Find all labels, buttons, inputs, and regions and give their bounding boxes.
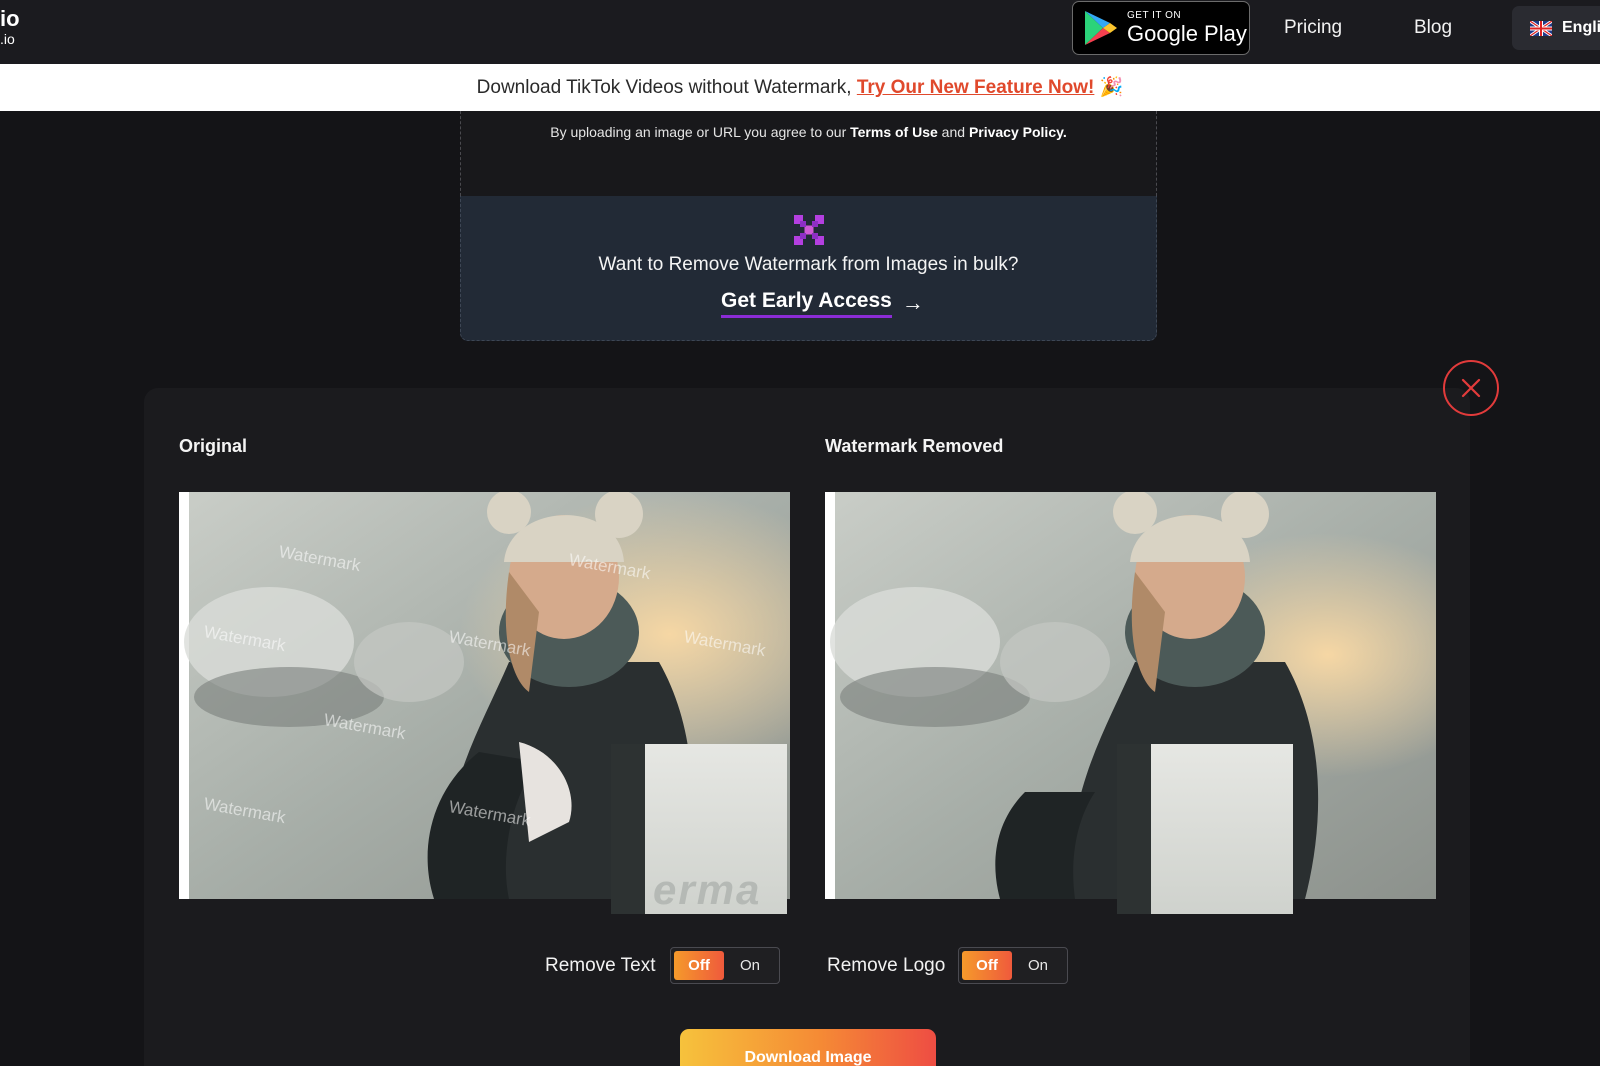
logo-text-line1: io bbox=[0, 6, 20, 31]
uk-flag-icon bbox=[1530, 20, 1552, 36]
bulk-grid-icon bbox=[794, 215, 824, 245]
terms-prefix: By uploading an image or URL you agree t… bbox=[550, 124, 851, 140]
remove-text-toggle[interactable]: Off On bbox=[670, 947, 780, 984]
announcement-feature-link[interactable]: Try Our New Feature Now! bbox=[857, 77, 1095, 98]
terms-notice: By uploading an image or URL you agree t… bbox=[461, 124, 1156, 140]
get-early-access-link[interactable]: Get Early Access → bbox=[721, 288, 924, 318]
language-selector[interactable]: English bbox=[1512, 6, 1600, 50]
original-image: Watermark Watermark Watermark Watermark … bbox=[179, 492, 790, 914]
remove-text-on-option[interactable]: On bbox=[724, 951, 776, 980]
close-result-button[interactable] bbox=[1443, 360, 1499, 416]
announcement-bar: Download TikTok Videos without Watermark… bbox=[0, 64, 1600, 111]
google-play-icon bbox=[1085, 11, 1117, 45]
announcement-text: Download TikTok Videos without Watermark… bbox=[476, 77, 857, 98]
close-icon bbox=[1461, 378, 1481, 398]
privacy-policy-link[interactable]: Privacy Policy. bbox=[969, 124, 1067, 140]
remove-text-label: Remove Text bbox=[545, 955, 656, 976]
logo-sticker-overlay bbox=[1117, 744, 1293, 914]
get-early-access-label: Get Early Access bbox=[721, 289, 892, 318]
bulk-promo-card: Want to Remove Watermark from Images in … bbox=[460, 196, 1157, 341]
bulk-question: Want to Remove Watermark from Images in … bbox=[598, 254, 1019, 275]
download-image-button[interactable]: Download Image bbox=[680, 1029, 936, 1066]
watermark-removed-image bbox=[825, 492, 1436, 914]
logo-sticker-overlay: erma bbox=[611, 744, 787, 914]
upload-card: By uploading an image or URL you agree t… bbox=[460, 111, 1157, 196]
nav-pricing-link[interactable]: Pricing bbox=[1284, 17, 1342, 39]
party-popper-icon: 🎉 bbox=[1099, 77, 1124, 98]
language-label: English bbox=[1562, 19, 1600, 36]
remove-logo-label: Remove Logo bbox=[827, 955, 946, 976]
google-play-big-text: Google Play bbox=[1127, 21, 1247, 46]
watermark-removed-heading: Watermark Removed bbox=[825, 436, 1004, 456]
remove-logo-off-option[interactable]: Off bbox=[962, 951, 1012, 980]
google-play-button[interactable]: GET IT ON Google Play bbox=[1072, 1, 1250, 55]
site-logo[interactable]: io .io bbox=[0, 6, 20, 47]
top-nav: io .io GET IT ON Google Play Pricing Blo… bbox=[0, 0, 1600, 64]
terms-of-use-link[interactable]: Terms of Use bbox=[850, 124, 938, 140]
nav-blog-link[interactable]: Blog bbox=[1414, 17, 1452, 39]
remove-logo-on-option[interactable]: On bbox=[1012, 951, 1064, 980]
sticker-watermark-text: erma bbox=[653, 866, 762, 913]
original-heading: Original bbox=[179, 436, 248, 456]
logo-text-line2: .io bbox=[0, 31, 15, 47]
remove-text-off-option[interactable]: Off bbox=[674, 951, 724, 980]
google-play-small-text: GET IT ON bbox=[1127, 10, 1182, 21]
remove-logo-toggle[interactable]: Off On bbox=[958, 947, 1068, 984]
terms-and: and bbox=[937, 124, 969, 140]
arrow-right-icon: → bbox=[901, 290, 924, 315]
